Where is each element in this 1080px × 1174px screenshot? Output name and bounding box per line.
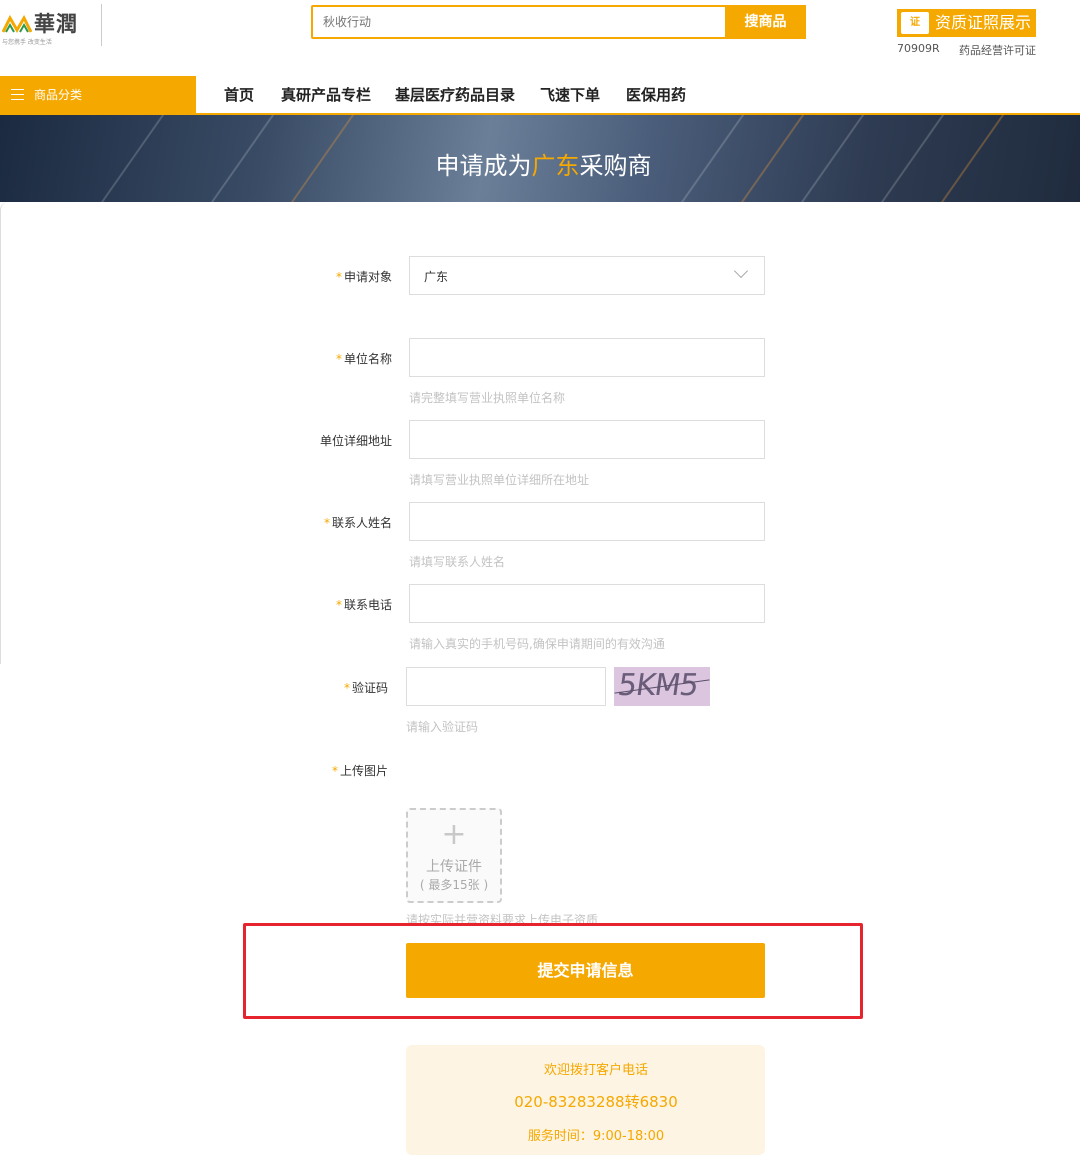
upload-button[interactable]: + 上传证件 ( 最多15张 ) xyxy=(406,808,502,903)
page-title: 申请成为广东采购商 xyxy=(0,146,1080,181)
support-phone: 020-83283288转6830 xyxy=(514,1093,678,1111)
highlight-box xyxy=(243,923,863,1019)
license-name: 药品经营许可证 xyxy=(959,44,1036,57)
required-mark: * xyxy=(335,352,342,366)
brand-name: 華潤 xyxy=(34,11,78,36)
logo-mark-icon xyxy=(2,14,32,33)
certificate-icon: 证 xyxy=(901,12,929,34)
company-address-label: 单位详细地址 xyxy=(319,434,392,448)
certificate-label: 资质证照展示 xyxy=(935,13,1032,32)
company-name-hint: 请完整填写营业执照单位名称 xyxy=(409,391,566,405)
company-address-hint: 请填写营业执照单位详细所在地址 xyxy=(409,473,590,487)
contact-phone-input[interactable] xyxy=(409,584,765,623)
contact-name-input[interactable] xyxy=(409,502,765,541)
upload-label: * 上传图片 xyxy=(331,764,388,778)
title-suffix: 采购商 xyxy=(579,152,652,180)
category-menu-label: 商品分类 xyxy=(34,88,83,102)
chevron-down-icon xyxy=(733,263,749,279)
search-bar: 搜商品 xyxy=(311,5,806,39)
plus-icon: + xyxy=(441,817,467,852)
required-mark: * xyxy=(331,764,338,778)
contact-phone-hint: 请输入真实的手机号码,确保申请期间的有效沟通 xyxy=(409,637,665,651)
license-number: 70909R xyxy=(897,42,940,55)
support-info: 欢迎拨打客户电话 020-83283288转6830 服务时间：9:00-18:… xyxy=(406,1045,765,1155)
company-address-input[interactable] xyxy=(409,420,765,459)
applicant-label: * 申请对象 xyxy=(335,270,392,284)
applicant-select[interactable]: 广东 xyxy=(409,256,765,295)
contact-name-hint: 请填写联系人姓名 xyxy=(409,555,506,569)
nav-item-research-products[interactable]: 真研产品专栏 xyxy=(281,84,371,105)
required-mark: * xyxy=(335,270,342,284)
category-menu-button[interactable]: 商品分类 xyxy=(0,76,196,114)
nav-item-quick-order[interactable]: 飞速下单 xyxy=(540,84,600,105)
nav-item-insurance-drugs[interactable]: 医保用药 xyxy=(626,84,686,105)
required-mark: * xyxy=(335,598,342,612)
search-input[interactable] xyxy=(313,7,725,37)
logo[interactable]: 華潤 与您携手 改变生活 xyxy=(0,4,102,46)
support-hours: 服务时间：9:00-18:00 xyxy=(527,1129,665,1144)
nav-item-primary-care-catalog[interactable]: 基层医疗药品目录 xyxy=(395,84,515,105)
brand-slogan: 与您携手 改变生活 xyxy=(2,39,52,46)
applicant-value: 广东 xyxy=(424,270,449,284)
company-name-input[interactable] xyxy=(409,338,765,377)
title-prefix: 申请成为 xyxy=(435,152,532,180)
title-region: 广东 xyxy=(531,152,580,180)
contact-phone-label: * 联系电话 xyxy=(335,598,392,612)
required-mark: * xyxy=(343,681,350,695)
upload-button-label: 上传证件 xyxy=(426,859,482,875)
support-welcome: 欢迎拨打客户电话 xyxy=(543,1063,648,1078)
nav-item-home[interactable]: 首页 xyxy=(224,84,254,105)
certificate-display-button[interactable]: 证 资质证照展示 xyxy=(897,9,1036,37)
search-button[interactable]: 搜商品 xyxy=(725,5,806,39)
menu-icon xyxy=(11,89,24,100)
captcha-hint: 请输入验证码 xyxy=(406,720,479,734)
captcha-input[interactable] xyxy=(406,667,606,706)
captcha-image[interactable]: 5KM5 xyxy=(614,667,710,706)
required-mark: * xyxy=(323,516,330,530)
company-name-label: * 单位名称 xyxy=(335,352,392,366)
captcha-label: * 验证码 xyxy=(343,681,388,695)
upload-limit: ( 最多15张 ) xyxy=(419,878,489,892)
upload-hint: 请按实际并营资料要求上传电子资质 xyxy=(406,913,599,923)
contact-name-label: * 联系人姓名 xyxy=(323,516,392,530)
